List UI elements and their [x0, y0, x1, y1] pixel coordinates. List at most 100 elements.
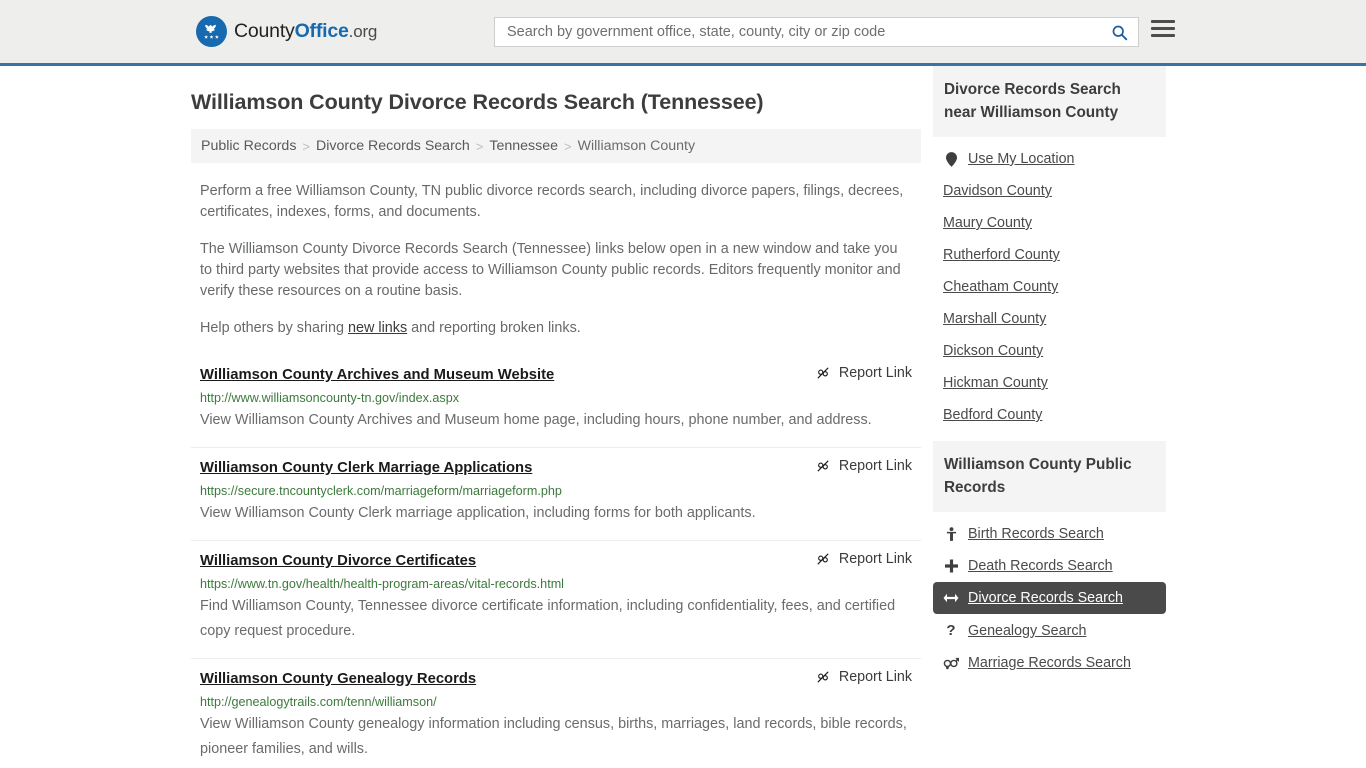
sidebar-item-label: Dickson County	[943, 343, 1044, 359]
result-description: View Williamson County Clerk marriage ap…	[200, 505, 756, 521]
page-body: Williamson County Divorce Records Search…	[0, 66, 1366, 768]
sidebar-item-label: Birth Records Search	[968, 526, 1104, 542]
sidebar-item-label: Marriage Records Search	[968, 655, 1131, 671]
report-link-button[interactable]: Report Link	[815, 551, 912, 567]
search-input[interactable]	[495, 18, 1100, 46]
result-url: https://secure.tncountyclerk.com/marriag…	[200, 484, 562, 498]
question-mark-icon: ?	[946, 622, 956, 639]
result-title-link[interactable]: Williamson County Clerk Marriage Applica…	[200, 458, 532, 478]
breadcrumb-separator: >	[302, 138, 311, 154]
help-before-text: Help others by sharing	[200, 320, 348, 336]
site-logo[interactable]: CountyOffice.org	[196, 16, 377, 47]
result-item: Williamson County Genealogy Records Repo…	[191, 659, 921, 768]
sidebar-item-label: Divorce Records Search	[968, 590, 1123, 606]
report-link-label: Report Link	[838, 458, 912, 474]
breadcrumb-item-tennessee[interactable]: Tennessee	[489, 138, 558, 154]
result-item: Williamson County Divorce Certificates R…	[191, 541, 921, 659]
sidebar-item-death-records-search[interactable]: Death Records Search	[933, 550, 1166, 582]
intro-paragraph-1: Perform a free Williamson County, TN pub…	[200, 183, 904, 220]
brand-part-county: County	[234, 20, 295, 42]
brand-wordmark: CountyOffice.org	[234, 20, 377, 43]
hamburger-bar-3	[1151, 34, 1175, 37]
baby-icon	[943, 526, 959, 542]
male-female-icon	[943, 656, 959, 670]
sidebar-item-label: Hickman County	[943, 375, 1048, 391]
result-title-link[interactable]: Williamson County Divorce Certificates	[200, 551, 476, 571]
result-item: Williamson County Archives and Museum We…	[191, 355, 921, 448]
sidebar-nearby-list: Use My Location Davidson County Maury Co…	[933, 137, 1166, 431]
brand-part-office: Office	[294, 20, 349, 42]
result-title-link[interactable]: Williamson County Archives and Museum We…	[200, 365, 554, 385]
sidebar-item-label: Death Records Search	[968, 558, 1113, 574]
sidebar-nearby-box: Divorce Records Search near Williamson C…	[933, 66, 1166, 431]
sidebar-item-label: Cheatham County	[943, 279, 1059, 295]
search-icon	[1112, 25, 1127, 40]
report-link-label: Report Link	[838, 365, 912, 381]
sidebar-item-marriage-records-search[interactable]: Marriage Records Search	[933, 647, 1166, 679]
intro-paragraph-2: The Williamson County Divorce Records Se…	[200, 241, 901, 299]
sidebar-nearby-heading: Divorce Records Search near Williamson C…	[933, 66, 1166, 137]
sidebar-item-cheatham-county[interactable]: Cheatham County	[933, 271, 1166, 303]
hamburger-bar-2	[1151, 27, 1175, 30]
double-arrow-icon	[943, 592, 959, 604]
report-link-button[interactable]: Report Link	[815, 669, 912, 685]
sidebar-item-label: Rutherford County	[943, 247, 1060, 263]
search-button[interactable]	[1100, 18, 1138, 46]
result-description: View Williamson County genealogy informa…	[200, 716, 907, 757]
result-item: Williamson County Clerk Marriage Applica…	[191, 448, 921, 541]
breadcrumb-item-public-records[interactable]: Public Records	[201, 138, 296, 154]
hamburger-bar-1	[1151, 20, 1175, 23]
result-header: Williamson County Archives and Museum We…	[200, 365, 912, 385]
sidebar-item-label: Bedford County	[943, 407, 1043, 423]
sidebar-public-records-box: Williamson County Public Records Birth R…	[933, 441, 1166, 679]
help-share-line: Help others by sharing new links and rep…	[191, 318, 921, 339]
result-header: Williamson County Genealogy Records Repo…	[200, 669, 912, 689]
sidebar-item-label: Maury County	[943, 215, 1032, 231]
content-container: Williamson County Divorce Records Search…	[191, 66, 1175, 768]
report-link-button[interactable]: Report Link	[815, 458, 912, 474]
breadcrumb: Public Records > Divorce Records Search …	[191, 129, 921, 163]
sidebar-item-divorce-records-search[interactable]: Divorce Records Search	[933, 582, 1166, 614]
sidebar-item-davidson-county[interactable]: Davidson County	[933, 175, 1166, 207]
intro-text: Perform a free Williamson County, TN pub…	[191, 181, 921, 339]
sidebar-item-genealogy-search[interactable]: ? Genealogy Search	[933, 614, 1166, 647]
sidebar-public-records-list: Birth Records Search Death Records Searc…	[933, 512, 1166, 679]
help-after-text: and reporting broken links.	[407, 320, 581, 336]
sidebar-item-label: Use My Location	[968, 151, 1075, 167]
sidebar-item-marshall-county[interactable]: Marshall County	[933, 303, 1166, 335]
result-url: https://www.tn.gov/health/health-program…	[200, 577, 564, 591]
map-pin-icon	[943, 151, 959, 167]
search-bar[interactable]	[494, 17, 1139, 47]
broken-link-icon	[817, 553, 829, 565]
result-title-link[interactable]: Williamson County Genealogy Records	[200, 669, 476, 689]
breadcrumb-item-divorce-records-search[interactable]: Divorce Records Search	[316, 138, 470, 154]
sidebar-item-dickson-county[interactable]: Dickson County	[933, 335, 1166, 367]
cross-icon	[943, 559, 959, 573]
sidebar-item-use-my-location[interactable]: Use My Location	[933, 143, 1166, 175]
result-url: http://www.williamsoncounty-tn.gov/index…	[200, 391, 459, 405]
sidebar-public-records-heading: Williamson County Public Records	[933, 441, 1166, 512]
broken-link-icon	[817, 460, 829, 472]
report-link-label: Report Link	[838, 551, 912, 567]
sidebar: Divorce Records Search near Williamson C…	[933, 66, 1166, 768]
sidebar-item-rutherford-county[interactable]: Rutherford County	[933, 239, 1166, 271]
result-url: http://genealogytrails.com/tenn/williams…	[200, 695, 437, 709]
brand-part-dotorg: .org	[348, 22, 378, 41]
result-header: Williamson County Divorce Certificates R…	[200, 551, 912, 571]
broken-link-icon	[817, 671, 829, 683]
site-header: CountyOffice.org	[0, 0, 1366, 66]
report-link-label: Report Link	[838, 669, 912, 685]
hamburger-menu-icon[interactable]	[1151, 20, 1175, 37]
sidebar-item-label: Genealogy Search	[968, 622, 1087, 639]
sidebar-item-maury-county[interactable]: Maury County	[933, 207, 1166, 239]
sidebar-item-label: Marshall County	[943, 311, 1047, 327]
result-description: View Williamson County Archives and Muse…	[200, 412, 872, 428]
sidebar-item-hickman-county[interactable]: Hickman County	[933, 367, 1166, 399]
new-links-link[interactable]: new links	[348, 320, 407, 336]
sidebar-item-birth-records-search[interactable]: Birth Records Search	[933, 518, 1166, 550]
sidebar-item-bedford-county[interactable]: Bedford County	[933, 399, 1166, 431]
page-title: Williamson County Divorce Records Search…	[191, 90, 764, 114]
report-link-button[interactable]: Report Link	[815, 365, 912, 381]
breadcrumb-item-williamson-county[interactable]: Williamson County	[578, 138, 695, 154]
result-description: Find Williamson County, Tennessee divorc…	[200, 598, 896, 639]
